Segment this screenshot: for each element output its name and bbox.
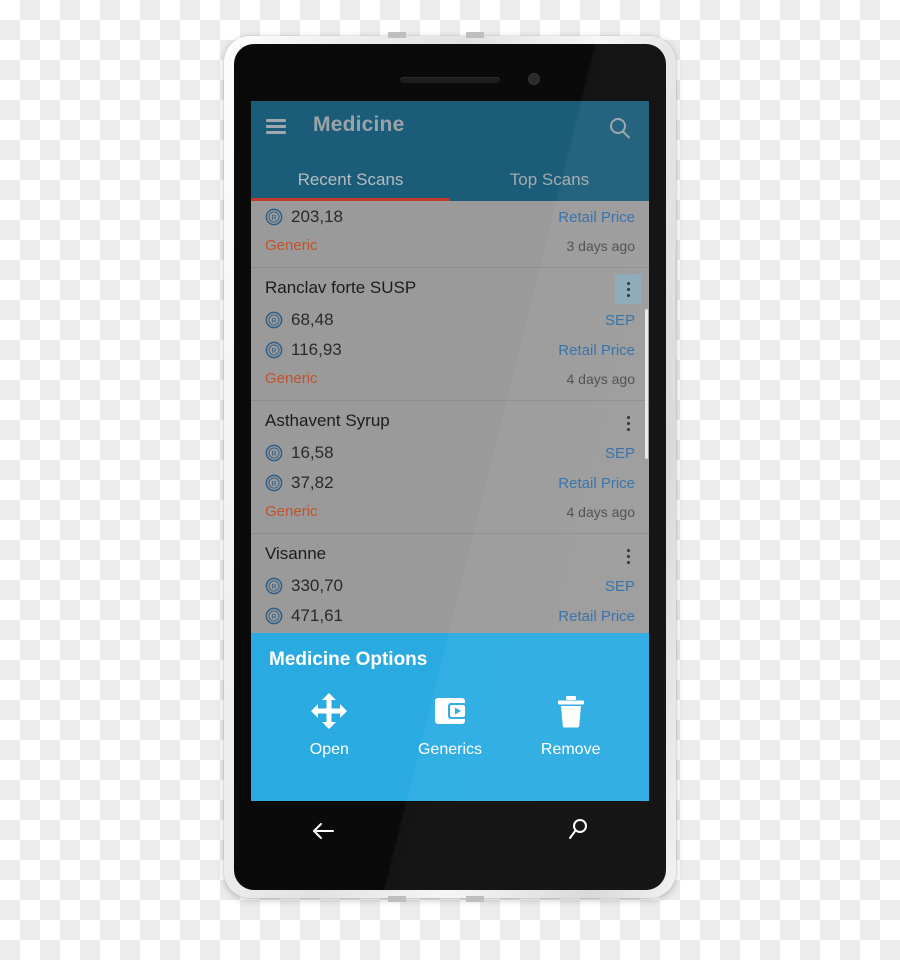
app-bar: Medicine [251, 101, 649, 159]
retail-price-value: 203,18 [291, 207, 343, 226]
meta-row: Generic 3 days ago [265, 232, 635, 259]
page-title: Medicine [313, 113, 405, 136]
power-button[interactable] [673, 358, 677, 402]
remove-label: Remove [540, 741, 601, 758]
open-button[interactable]: Open [269, 691, 390, 759]
list-scrollbar[interactable] [645, 309, 648, 459]
rupee-coin-icon: R [265, 341, 283, 359]
rupee-coin-icon: R [265, 577, 283, 595]
sep-price-label[interactable]: SEP [605, 578, 635, 595]
back-arrow-icon[interactable] [309, 817, 337, 845]
sep-price-row: R 330,70 SEP [265, 571, 635, 601]
tab-label: Top Scans [509, 170, 590, 189]
retail-price-row: R 116,93 Retail Price [265, 335, 635, 365]
generic-badge[interactable]: Generic [265, 237, 318, 254]
svg-text:R: R [271, 479, 276, 488]
overflow-menu-icon[interactable] [615, 274, 641, 304]
volume-button[interactable] [673, 246, 677, 332]
meta-row: Generic 4 days ago [265, 498, 635, 525]
sep-price-value: 330,70 [291, 576, 343, 595]
svg-text:R: R [271, 316, 276, 325]
retail-price-row: R 203,18 Retail Price [265, 202, 635, 232]
meta-row: Generic 4 days ago [265, 365, 635, 392]
svg-text:R: R [271, 213, 276, 222]
retail-price-row: R 471,61 Retail Price [265, 601, 635, 631]
medicine-name: Ranclav forte SUSP [265, 278, 417, 297]
frame-nub-bottom-right [466, 896, 484, 902]
rupee-coin-icon: R [265, 311, 283, 329]
sheet-actions: Open Generics Remove [269, 691, 631, 759]
tab-recent-scans[interactable]: Recent Scans [251, 159, 450, 201]
system-nav-bar [251, 801, 649, 861]
generic-badge[interactable]: Generic [265, 370, 318, 387]
list-item[interactable]: R 127,31 SEP R [251, 201, 649, 268]
retail-price-value: 37,82 [291, 473, 334, 492]
remove-button[interactable]: Remove [510, 691, 631, 759]
phone-screen: Medicine Recent Scans Top Scans R 203,18… [251, 101, 649, 801]
overflow-menu-icon[interactable] [617, 542, 639, 570]
search-icon[interactable] [565, 817, 591, 843]
sep-price-value: 16,58 [291, 443, 334, 462]
retail-price-label[interactable]: Retail Price [558, 475, 635, 492]
retail-price-label[interactable]: Retail Price [558, 608, 635, 625]
sep-price-label[interactable]: SEP [605, 312, 635, 329]
svg-text:R: R [271, 582, 276, 591]
sep-price-row: R 68,48 SEP [265, 305, 635, 335]
sheet-title: Medicine Options [269, 649, 428, 670]
open-label: Open [309, 741, 349, 758]
scan-timestamp: 4 days ago [566, 503, 636, 520]
frame-nub-top-left [388, 32, 406, 38]
rupee-coin-icon: R [265, 474, 283, 492]
retail-price-value: 116,93 [291, 340, 342, 359]
hamburger-icon[interactable] [266, 119, 286, 134]
overflow-menu-icon[interactable] [617, 409, 639, 437]
tab-indicator [251, 198, 450, 201]
tab-top-scans[interactable]: Top Scans [450, 159, 649, 201]
generics-label: Generics [417, 741, 483, 758]
svg-text:R: R [271, 449, 276, 458]
search-icon[interactable] [605, 114, 635, 144]
tab-label: Recent Scans [297, 170, 404, 189]
retail-price-label[interactable]: Retail Price [558, 342, 635, 359]
svg-text:R: R [271, 612, 276, 621]
rupee-coin-icon: R [265, 208, 283, 226]
front-camera [528, 73, 540, 85]
medicine-name: Asthavent Syrup [265, 411, 390, 430]
svg-text:R: R [271, 346, 276, 355]
rupee-coin-icon: R [265, 607, 283, 625]
screenshot-canvas: Medicine Recent Scans Top Scans R 203,18… [0, 0, 900, 960]
frame-nub-bottom-left [388, 896, 406, 902]
retail-price-row: R 37,82 Retail Price [265, 468, 635, 498]
phone-bezel: Medicine Recent Scans Top Scans R 203,18… [234, 44, 666, 890]
frame-nub-top-right [466, 32, 484, 38]
list-item[interactable]: Ranclav forte SUSP R 68,48 SEP R 116,93 … [251, 268, 649, 401]
wallet-card-icon [435, 698, 467, 724]
generic-badge[interactable]: Generic [265, 503, 318, 520]
move-arrows-icon [311, 693, 348, 729]
medicine-name: Visanne [265, 544, 327, 563]
scan-timestamp: 3 days ago [566, 237, 636, 254]
retail-price-label[interactable]: Retail Price [558, 209, 635, 226]
phone-device: Medicine Recent Scans Top Scans R 203,18… [224, 32, 677, 902]
scan-timestamp: 4 days ago [566, 370, 636, 387]
list-item[interactable]: Asthavent Syrup R 16,58 SEP R 37,82 Reta… [251, 401, 649, 534]
rupee-coin-icon: R [265, 444, 283, 462]
retail-price-value: 471,61 [291, 606, 343, 625]
earpiece-speaker [400, 77, 500, 83]
list-item[interactable]: Visanne R 330,70 SEP R 471,61 Retail Pri… [251, 534, 649, 640]
sep-price-value: 68,48 [291, 310, 334, 329]
sep-price-label[interactable]: SEP [605, 445, 635, 462]
medicine-options-sheet: Medicine Options Open Generics Remove [251, 633, 649, 801]
tab-bar: Recent Scans Top Scans [251, 159, 649, 201]
sep-price-row: R 16,58 SEP [265, 438, 635, 468]
generics-button[interactable]: Generics [390, 691, 511, 759]
trash-icon [557, 696, 584, 728]
